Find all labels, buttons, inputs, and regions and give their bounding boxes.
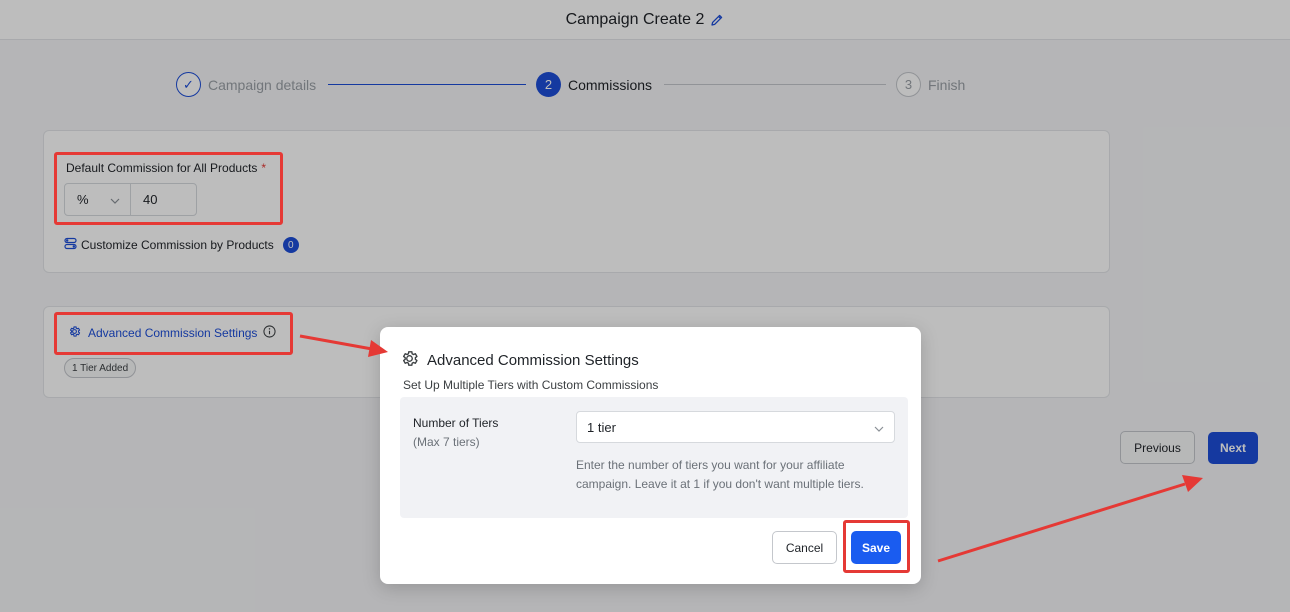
chevron-down-icon bbox=[874, 420, 884, 435]
tiers-help-text: Enter the number of tiers you want for y… bbox=[576, 458, 864, 491]
modal-title: Advanced Commission Settings bbox=[427, 352, 639, 369]
modal-header: Advanced Commission Settings bbox=[400, 349, 639, 372]
advanced-settings-modal: Advanced Commission Settings Set Up Mult… bbox=[380, 327, 921, 584]
gear-icon bbox=[400, 349, 419, 372]
tiers-select[interactable]: 1 tier bbox=[576, 411, 895, 443]
tiers-panel: Number of Tiers (Max 7 tiers) 1 tier Ent… bbox=[400, 397, 908, 518]
cancel-button[interactable]: Cancel bbox=[772, 531, 837, 564]
tiers-label: Number of Tiers bbox=[413, 416, 499, 430]
save-button[interactable]: Save bbox=[851, 531, 901, 564]
modal-subtitle: Set Up Multiple Tiers with Custom Commis… bbox=[403, 378, 659, 392]
tiers-max-hint: (Max 7 tiers) bbox=[413, 435, 480, 449]
